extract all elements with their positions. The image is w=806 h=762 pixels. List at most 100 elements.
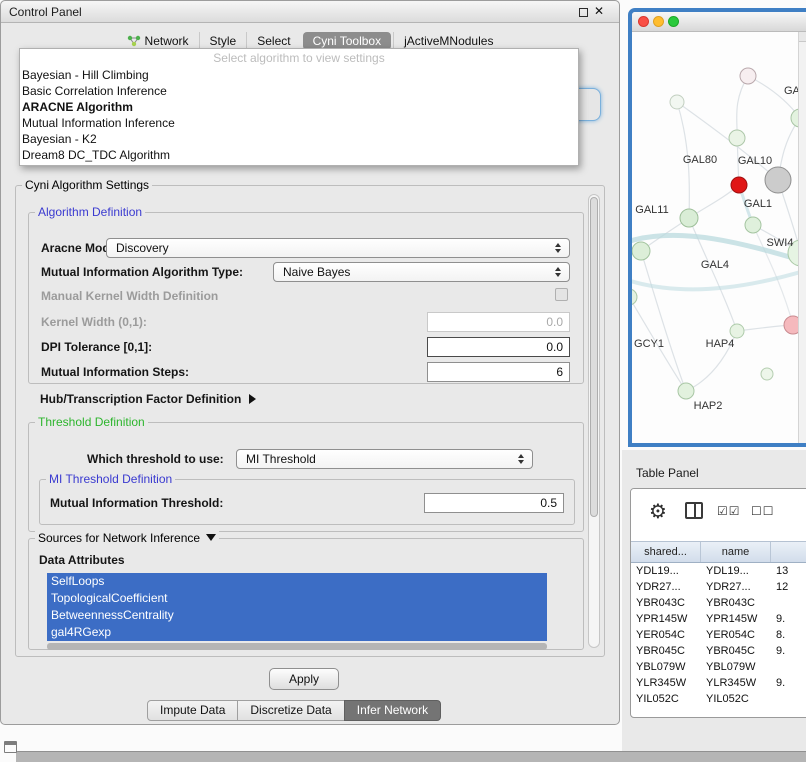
network-node[interactable] [632,242,650,260]
dpi-tolerance-label: DPI Tolerance [0,1]: [41,340,152,354]
cell-shared-name: YBR045C [631,643,701,659]
algorithm-option[interactable]: Bayesian - K2 [20,131,578,147]
deselect-all-icon[interactable]: ☐☐ [751,504,775,518]
table-row[interactable]: YPR145W YPR145W 9. [631,611,806,627]
network-node[interactable] [731,177,747,193]
tab-infer-network[interactable]: Infer Network [344,700,441,721]
list-horizontal-scrollbar[interactable] [47,643,547,650]
bottom-tabbar: Impute Data Discretize Data Infer Networ… [147,700,441,721]
columns-icon[interactable] [685,502,703,519]
mi-steps-input[interactable]: 6 [427,362,570,382]
network-node[interactable] [670,95,684,109]
algorithm-option[interactable]: Bayesian - Hill Climbing [20,67,578,83]
sources-toggle[interactable]: Sources for Network Inference [35,531,219,545]
control-panel-titlebar[interactable]: Control Panel ✕ [1,1,619,23]
table-row[interactable]: YBL079W YBL079W [631,659,806,675]
network-view-window[interactable]: GAL7GAL80GAL10GAL11GAL1SWI4GAL4GCY1HAP4Y… [628,8,806,447]
network-edge[interactable] [748,76,800,118]
network-node[interactable] [740,68,756,84]
network-node[interactable] [730,324,744,338]
table-row[interactable]: YBR045C YBR045C 9. [631,643,806,659]
algorithm-option[interactable]: Dream8 DC_TDC Algorithm [20,147,578,163]
table-panel-area: Table Panel ⚙ ☑☑ ☐☐ shared... name YDL19… [622,450,806,762]
network-node-label: HAP2 [694,400,723,412]
manual-kernel-label: Manual Kernel Width Definition [41,289,218,303]
cell-name: YPR145W [701,611,771,627]
network-scrollbar[interactable] [798,32,806,443]
apply-button[interactable]: Apply [269,668,339,690]
select-all-icon[interactable]: ☑☑ [717,504,741,518]
network-edge[interactable] [677,102,778,180]
network-node-label: GAL11 [635,204,668,216]
column-header-partial[interactable] [771,542,806,562]
group-title: Algorithm Definition [35,205,145,219]
mac-minimize-button[interactable] [653,16,664,27]
kernel-width-label: Kernel Width (0,1): [41,315,147,329]
network-node[interactable] [765,167,791,193]
network-edge[interactable] [641,251,686,391]
table-row[interactable]: YDL19... YDL19... 13 [631,563,806,579]
mac-zoom-button[interactable] [668,16,679,27]
tab-label: Cyni Toolbox [313,34,381,48]
column-header-name[interactable]: name [701,542,771,562]
cell-value [771,659,806,675]
mac-close-button[interactable] [638,16,649,27]
bottom-divider-bar[interactable] [16,751,806,762]
network-node[interactable] [678,383,694,399]
network-node[interactable] [632,289,637,305]
dpi-tolerance-input[interactable]: 0.0 [427,337,570,357]
table-panel-window: ⚙ ☑☑ ☐☐ shared... name YDL19... YDL19...… [630,488,806,718]
mi-threshold-label: Mutual Information Threshold: [50,496,223,510]
network-window-titlebar[interactable] [632,12,806,32]
table-row[interactable]: YLR345W YLR345W 9. [631,675,806,691]
table-row[interactable]: YER054C YER054C 8. [631,627,806,643]
aracne-mode-select[interactable]: Discovery [106,238,570,258]
cell-value: 9. [771,643,806,659]
algorithm-option[interactable]: Basic Correlation Inference [20,83,578,99]
network-node[interactable] [761,368,773,380]
scroll-arrow-box[interactable] [799,32,806,42]
network-canvas[interactable]: GAL7GAL80GAL10GAL11GAL1SWI4GAL4GCY1HAP4Y… [632,32,806,443]
mi-algorithm-type-select[interactable]: Naive Bayes [273,262,570,282]
cell-shared-name: YPR145W [631,611,701,627]
group-title: Threshold Definition [35,415,148,429]
attribute-item-selected[interactable]: gal4RGexp [47,624,547,641]
mi-threshold-input[interactable]: 0.5 [424,493,564,513]
cell-value: 12 [771,579,806,595]
tab-label: Network [145,34,189,48]
column-header-shared-name[interactable]: shared... [631,542,701,562]
network-node[interactable] [680,209,698,227]
table-row[interactable]: YIL052C YIL052C [631,691,806,707]
attribute-item-selected[interactable]: TopologicalCoefficient [47,590,547,607]
network-node[interactable] [745,217,761,233]
panel-restore-icon[interactable] [4,741,17,753]
tab-impute-data[interactable]: Impute Data [147,700,238,721]
table-row[interactable]: YDR27... YDR27... 12 [631,579,806,595]
network-svg: GAL7GAL80GAL10GAL11GAL1SWI4GAL4GCY1HAP4Y… [632,32,806,443]
float-icon[interactable] [579,8,588,17]
attribute-item-selected[interactable]: BetweennessCentrality [47,607,547,624]
attribute-item-selected[interactable]: SelfLoops [47,573,547,590]
cell-name: YDR27... [701,579,771,595]
combo-arrows-icon [513,454,529,464]
cell-shared-name: YLR345W [631,675,701,691]
manual-kernel-checkbox[interactable] [555,288,568,301]
settings-scrollbar-thumb[interactable] [590,197,598,517]
cyni-algorithm-settings-group: Cyni Algorithm Settings Algorithm Defini… [15,185,605,657]
tab-label: Select [257,34,290,48]
gear-icon[interactable]: ⚙ [649,499,667,524]
tab-discretize-data[interactable]: Discretize Data [237,700,344,721]
network-edge[interactable] [737,76,748,138]
which-threshold-select[interactable]: MI Threshold [236,449,533,469]
hub-definition-toggle[interactable]: Hub/Transcription Factor Definition [40,392,256,406]
cell-name: YBL079W [701,659,771,675]
kernel-width-input[interactable]: 0.0 [427,312,570,332]
table-row[interactable]: YBR043C YBR043C [631,595,806,611]
settings-scrollbar[interactable] [588,194,600,648]
algorithm-option[interactable]: ARACNE Algorithm [20,99,578,115]
network-node[interactable] [729,130,745,146]
combo-arrows-icon [550,267,566,277]
which-threshold-label: Which threshold to use: [87,452,224,466]
close-icon[interactable]: ✕ [594,4,604,18]
algorithm-option[interactable]: Mutual Information Inference [20,115,578,131]
